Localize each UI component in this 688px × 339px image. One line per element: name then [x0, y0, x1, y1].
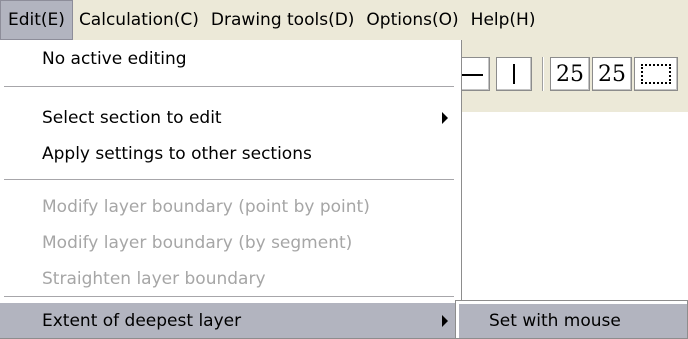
- menu-item-label: Modify layer boundary (by segment): [42, 233, 353, 253]
- edit-menu-dropdown: No active editing Select section to edit…: [0, 40, 462, 339]
- submenu-item-label: Set with mouse: [489, 311, 621, 331]
- select-area-button[interactable]: [634, 57, 678, 91]
- menu-separator: [4, 86, 454, 88]
- menu-item-label: No active editing: [42, 49, 187, 69]
- menu-options-label: Options(O): [366, 10, 459, 30]
- font-size-button-b[interactable]: 25: [592, 57, 632, 91]
- toolbar-separator: [542, 57, 544, 91]
- menu-item-modify-segment: Modify layer boundary (by segment): [0, 224, 462, 262]
- font-size-b-label: 25: [598, 61, 626, 87]
- submenu-arrow-icon: [442, 314, 448, 327]
- vertical-line-button[interactable]: [496, 57, 532, 91]
- menu-drawing-tools-label: Drawing tools(D): [210, 10, 355, 30]
- app-window: Edit(E) Calculation(C) Drawing tools(D) …: [0, 0, 688, 339]
- menu-bar: Edit(E) Calculation(C) Drawing tools(D) …: [0, 0, 688, 40]
- menu-options[interactable]: Options(O): [360, 0, 464, 40]
- vertical-line-icon: [513, 64, 515, 84]
- submenu-item-set-with-mouse[interactable]: Set with mouse: [459, 304, 687, 338]
- menu-edit[interactable]: Edit(E): [0, 0, 73, 40]
- font-size-button-a[interactable]: 25: [550, 57, 590, 91]
- menu-item-select-section[interactable]: Select section to edit: [0, 99, 462, 137]
- dotted-rectangle-icon: [641, 64, 671, 84]
- menu-calculation-label: Calculation(C): [78, 10, 199, 30]
- extent-submenu: Set with mouse: [455, 300, 688, 339]
- menu-item-modify-point: Modify layer boundary (point by point): [0, 188, 462, 226]
- menu-help[interactable]: Help(H): [465, 0, 542, 40]
- horizontal-line-icon: [461, 74, 483, 76]
- menu-drawing-tools[interactable]: Drawing tools(D): [205, 0, 361, 40]
- menu-item-label: Select section to edit: [42, 108, 222, 128]
- menu-separator: [4, 179, 454, 181]
- submenu-arrow-icon: [442, 112, 448, 124]
- menu-item-label: Apply settings to other sections: [42, 144, 312, 164]
- menu-item-label: Modify layer boundary (point by point): [42, 197, 370, 217]
- toolbar: 25 25: [454, 40, 688, 112]
- menu-item-no-active-editing[interactable]: No active editing: [0, 40, 462, 78]
- menu-edit-label: Edit(E): [8, 10, 65, 30]
- font-size-a-label: 25: [556, 61, 584, 87]
- menu-item-label: Straighten layer boundary: [42, 269, 266, 289]
- menu-item-extent-deepest-layer[interactable]: Extent of deepest layer: [0, 303, 462, 338]
- menu-item-apply-settings[interactable]: Apply settings to other sections: [0, 135, 462, 173]
- menu-item-label: Extent of deepest layer: [42, 310, 242, 331]
- menu-calculation[interactable]: Calculation(C): [73, 0, 205, 40]
- menu-help-label: Help(H): [470, 10, 536, 30]
- menu-separator: [4, 296, 454, 298]
- menu-item-straighten: Straighten layer boundary: [0, 260, 462, 298]
